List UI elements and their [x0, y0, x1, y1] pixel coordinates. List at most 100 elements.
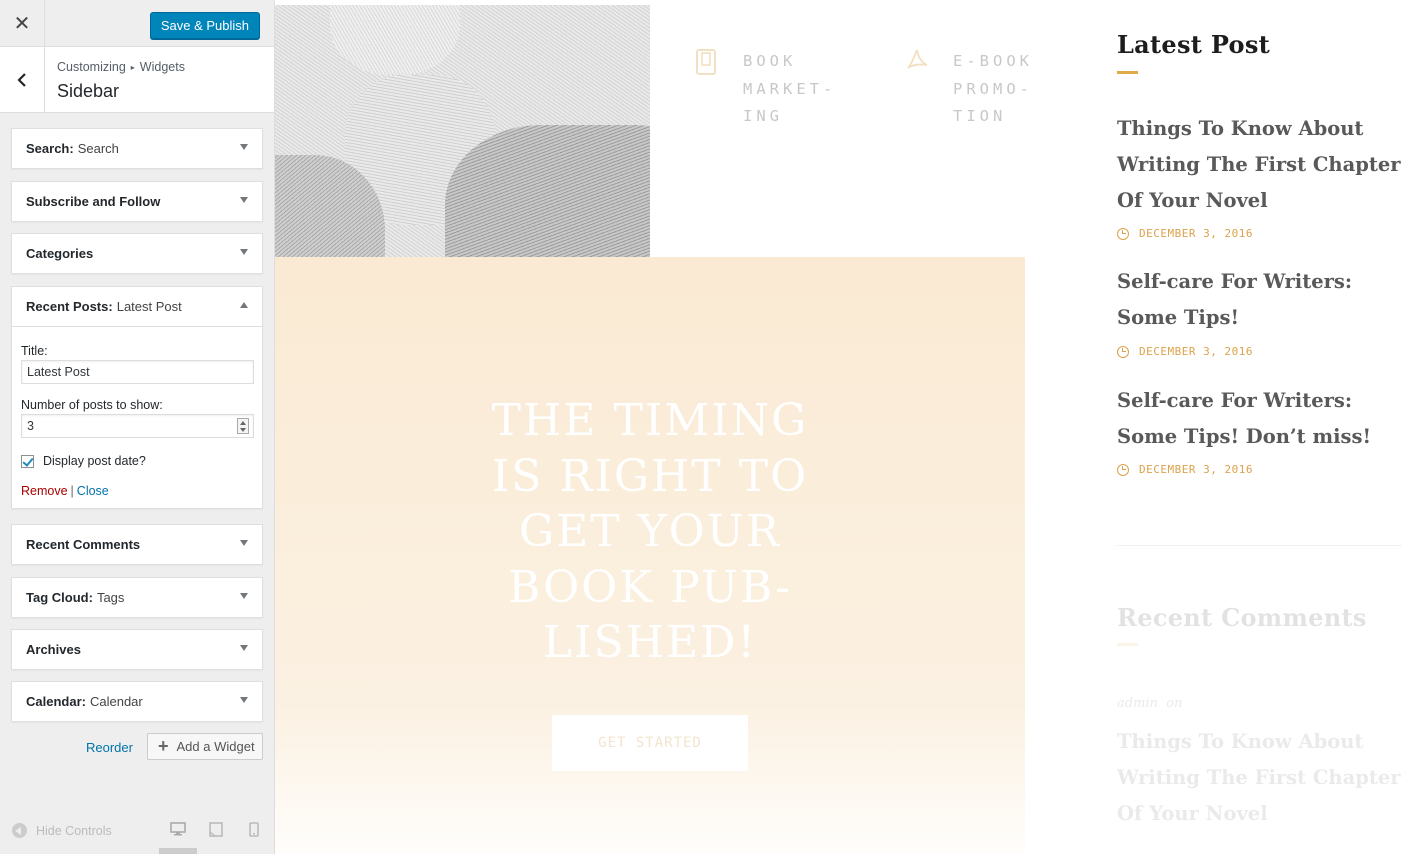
clock-icon — [1117, 227, 1129, 240]
post-date-text: DECEMBER 3, 2016 — [1139, 463, 1253, 476]
post-title-link[interactable]: Self-care For Writers: Some Tips! Don’t … — [1117, 383, 1407, 455]
collapse-icon — [12, 823, 27, 838]
sidebar-divider — [1117, 545, 1402, 546]
hide-controls-label: Hide Controls — [36, 823, 112, 838]
close-widget-link[interactable]: Close — [77, 484, 109, 498]
add-widget-label: Add a Widget — [176, 739, 255, 754]
widget-header[interactable]: Search: Search — [12, 129, 262, 168]
feature-label: BOOK MARKET-ING — [743, 52, 837, 125]
back-button[interactable] — [0, 47, 45, 113]
breadcrumb-current: Widgets — [139, 60, 185, 74]
widget-categories[interactable]: Categories — [11, 233, 263, 274]
widget-title: Tags — [96, 590, 125, 605]
post-date-text: DECEMBER 3, 2016 — [1139, 227, 1253, 240]
widget-name: Categories — [26, 246, 94, 261]
expand-arrow-icon[interactable] — [240, 249, 248, 255]
recent-comments-heading: Recent Comments — [1117, 603, 1367, 632]
feature-ebook-promotion: E-BOOK PROMO-TION — [905, 48, 1048, 131]
customizer-footer: Hide Controls — [0, 812, 274, 854]
breadcrumb: Customizing ▸ Widgets — [57, 60, 185, 74]
get-started-button[interactable]: GET STARTED — [552, 715, 748, 771]
chevron-left-icon — [17, 73, 26, 87]
title-label: Title: — [21, 344, 48, 358]
close-customizer-button[interactable]: ✕ — [0, 0, 45, 47]
section-title-bar: Customizing ▸ Widgets Sidebar — [0, 47, 274, 113]
widget-title: Calendar — [89, 694, 143, 709]
tablet-icon[interactable] — [209, 822, 223, 837]
active-device-indicator — [159, 848, 197, 854]
widget-name: Subscribe and Follow — [26, 194, 161, 209]
widget-actions: Remove | Close — [21, 484, 253, 498]
breadcrumb-separator: ▸ — [130, 63, 135, 72]
widget-name: Calendar — [26, 694, 82, 709]
show-date-label: Display post date? — [43, 454, 146, 468]
post-date: DECEMBER 3, 2016 — [1117, 463, 1253, 476]
reorder-link[interactable]: Reorder — [86, 740, 133, 755]
widget-name: Archives — [26, 642, 81, 657]
sidebar-preview: Latest Post Things To Know About Writing… — [1117, 0, 1417, 854]
post-title-link[interactable]: Self-care For Writers: Some Tips! — [1117, 264, 1407, 336]
add-widget-button[interactable]: + Add a Widget — [147, 733, 263, 760]
customizer-panel: ✕ Save & Publish Customizing ▸ Widgets Sid… — [0, 0, 275, 854]
book-icon — [696, 49, 716, 75]
clock-icon — [1117, 345, 1129, 358]
show-date-checkbox[interactable] — [21, 454, 34, 468]
widget-title: Search — [77, 141, 119, 156]
expand-arrow-icon[interactable] — [240, 197, 248, 203]
widget-name: Recent Comments — [26, 537, 141, 552]
post-count-input[interactable]: 3 — [21, 414, 254, 438]
title-input[interactable]: Latest Post — [21, 360, 254, 384]
expand-arrow-icon[interactable] — [240, 697, 248, 703]
author-portrait-image — [275, 5, 650, 257]
comment-post-link[interactable]: Things To Know About Writing The First C… — [1117, 724, 1407, 832]
heading-underline — [1117, 643, 1138, 646]
widget-tag-cloud[interactable]: Tag Cloud: Tags — [11, 577, 263, 618]
action-separator: | — [70, 484, 74, 498]
widget-header[interactable]: Calendar: Calendar — [12, 682, 262, 721]
show-date-row: Display post date? — [21, 454, 253, 468]
expand-arrow-icon[interactable] — [240, 144, 248, 150]
post-date: DECEMBER 3, 2016 — [1117, 227, 1253, 240]
widget-header[interactable]: Tag Cloud: Tags — [12, 578, 262, 617]
hide-controls-button[interactable]: Hide Controls — [12, 823, 112, 838]
clock-icon — [1117, 463, 1129, 476]
customizer-header: ✕ Save & Publish — [0, 0, 274, 47]
widget-calendar[interactable]: Calendar: Calendar — [11, 681, 263, 722]
widget-archives[interactable]: Archives — [11, 629, 263, 670]
widget-recent-comments[interactable]: Recent Comments — [11, 524, 263, 565]
hero-section: THE TIMING IS RIGHT TO GET YOUR BOOK PUB… — [275, 257, 1025, 854]
widget-header[interactable]: Categories — [12, 234, 262, 273]
expand-arrow-icon[interactable] — [240, 593, 248, 599]
section-title: Sidebar — [57, 81, 120, 101]
heading-underline — [1117, 71, 1138, 74]
collapse-arrow-icon[interactable] — [240, 302, 248, 308]
widget-header[interactable]: Archives — [12, 630, 262, 669]
widget-header[interactable]: Subscribe and Follow — [12, 182, 262, 221]
widget-subscribe-follow[interactable]: Subscribe and Follow — [11, 181, 263, 222]
expand-arrow-icon[interactable] — [240, 645, 248, 651]
widget-search[interactable]: Search: Search — [11, 128, 263, 169]
number-spinner-icon[interactable] — [237, 418, 249, 434]
feature-book-marketing: BOOK MARKET-ING — [695, 48, 838, 131]
post-count-wrapper: 3 — [21, 414, 254, 438]
post-date-text: DECEMBER 3, 2016 — [1139, 345, 1253, 358]
widget-recent-posts[interactable]: Recent Posts: Latest Post Title: Latest P… — [11, 286, 263, 509]
widget-name: Search — [26, 141, 70, 156]
site-preview: BOOK MARKET-ING E-BOOK PROMO-TION THE TI… — [275, 0, 1419, 854]
mobile-icon[interactable] — [249, 822, 259, 837]
widget-header[interactable]: Recent Posts: Latest Post — [12, 287, 262, 326]
widget-form: Title: Latest Post Number of posts to sh… — [12, 326, 262, 508]
widget-title: Latest Post — [116, 299, 182, 314]
post-count-label: Number of posts to show: — [21, 398, 163, 412]
desktop-icon[interactable] — [170, 822, 186, 836]
hero-title: THE TIMING IS RIGHT TO GET YOUR BOOK PUB… — [491, 395, 809, 668]
post-date: DECEMBER 3, 2016 — [1117, 345, 1253, 358]
comment-meta: admin on — [1117, 696, 1183, 711]
remove-widget-link[interactable]: Remove — [21, 484, 68, 498]
widget-name: Tag Cloud — [26, 590, 89, 605]
widget-header[interactable]: Recent Comments — [12, 525, 262, 564]
post-title-link[interactable]: Things To Know About Writing The First C… — [1117, 111, 1407, 219]
plus-icon: + — [158, 736, 169, 756]
save-publish-button[interactable]: Save & Publish — [149, 12, 260, 39]
expand-arrow-icon[interactable] — [240, 540, 248, 546]
